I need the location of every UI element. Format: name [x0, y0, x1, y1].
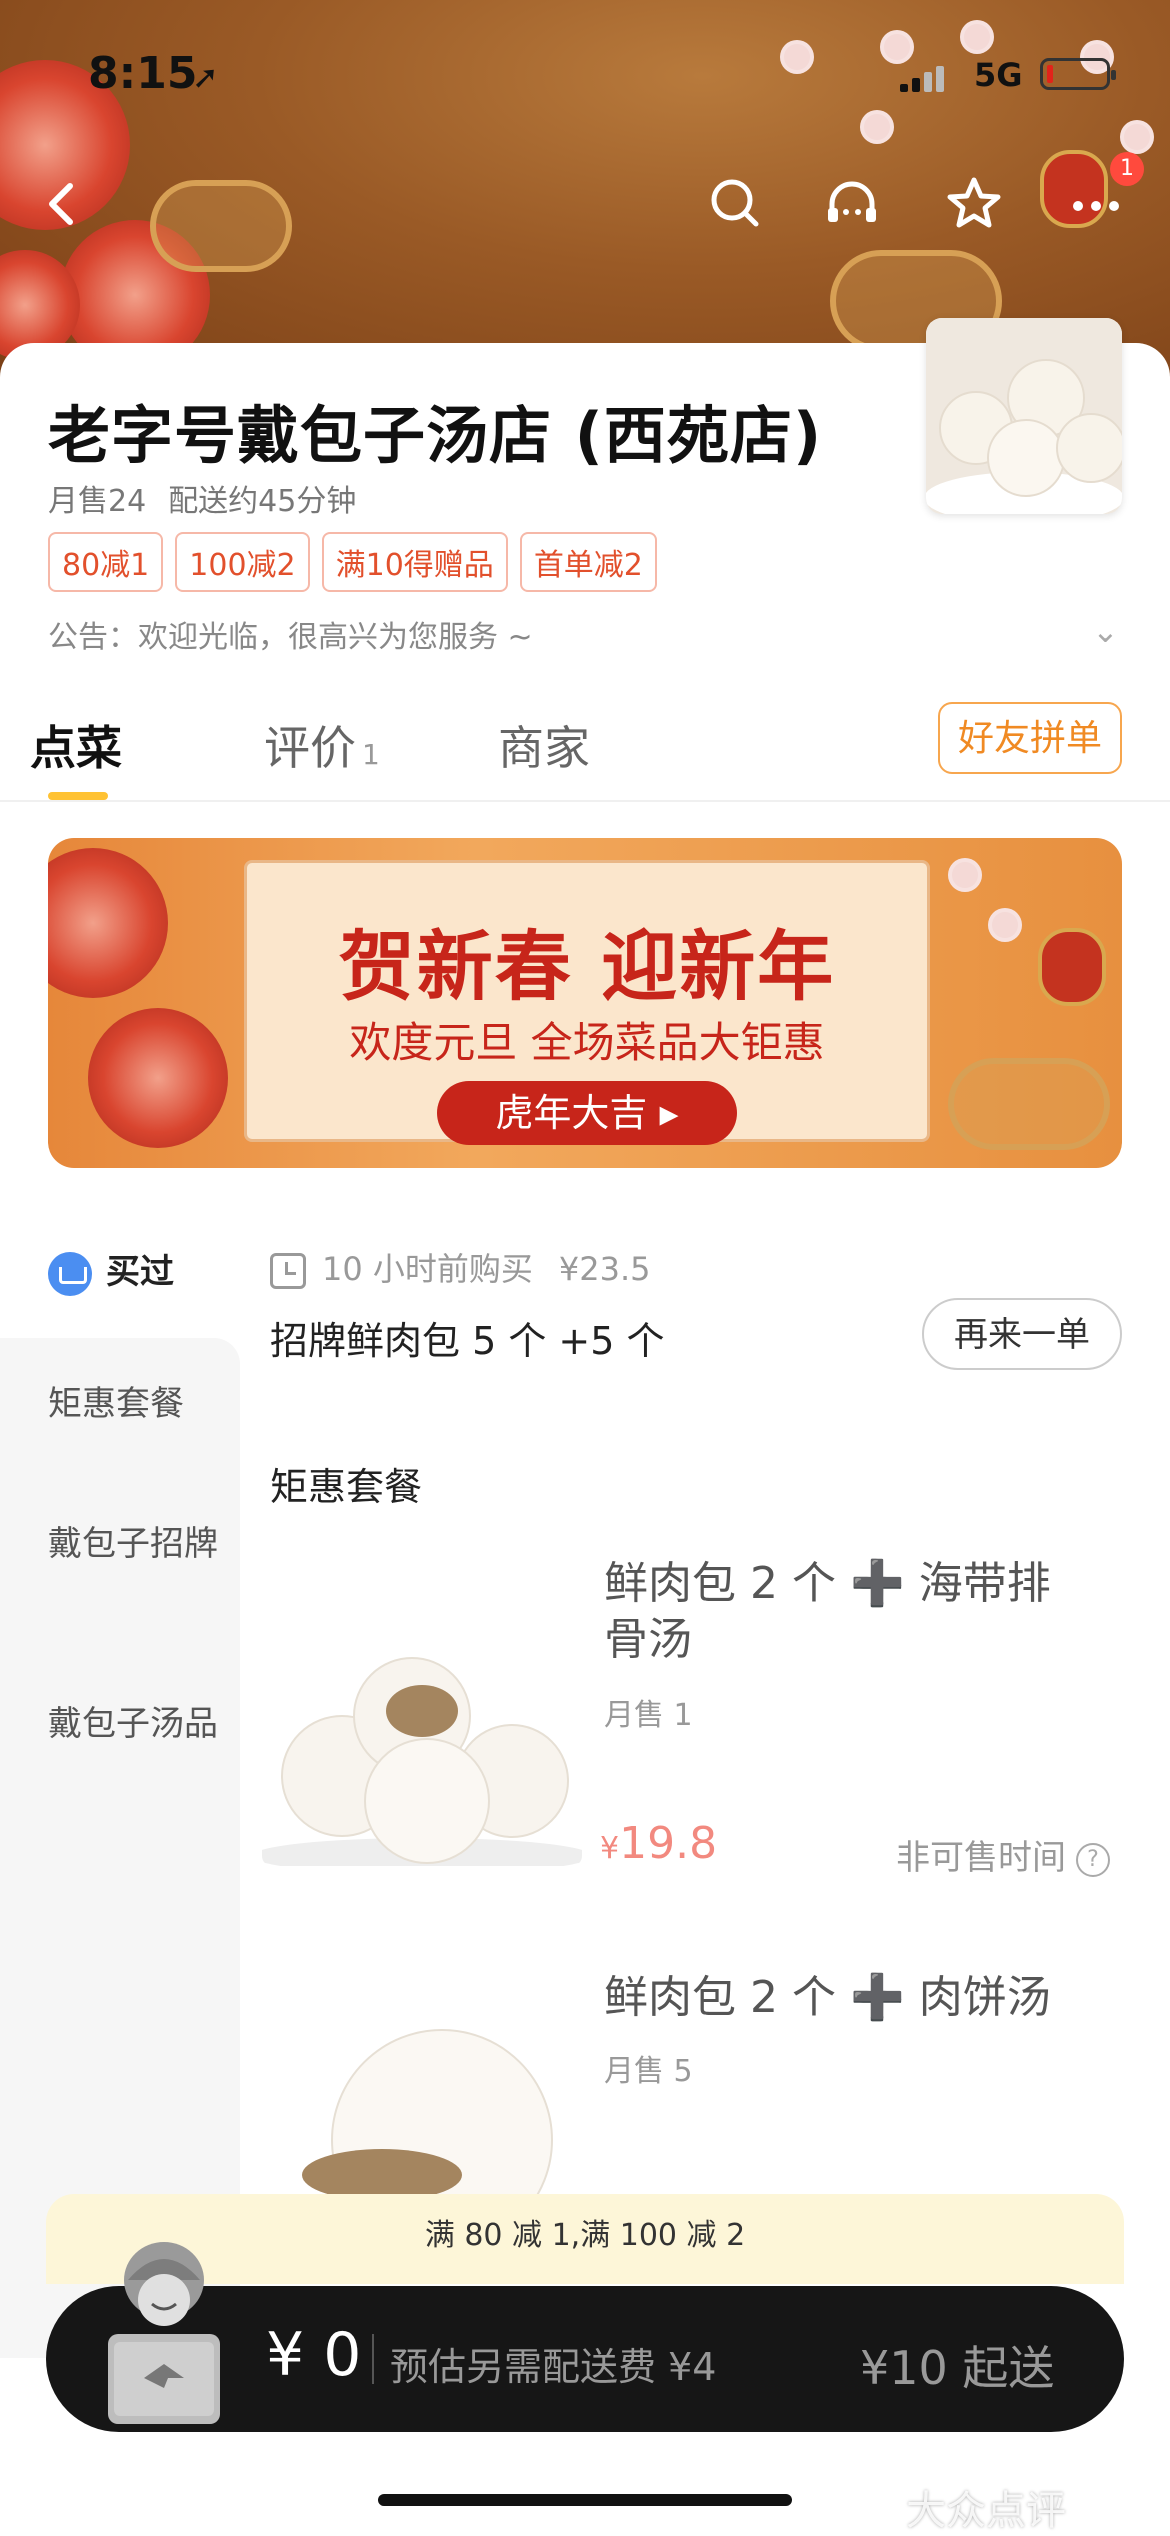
banner-subtitle: 欢度元旦 全场菜品大钜惠 [349, 1018, 825, 1067]
favorite-button[interactable] [942, 172, 1006, 236]
banner-title: 贺新春 迎新年 [338, 922, 836, 1011]
tab-order[interactable]: 点菜 [30, 712, 122, 778]
unavailable-label: 非可售时间? [896, 1830, 1110, 1879]
promo-tags: 80减1 100减2 满10得赠品 首单减2 [48, 532, 657, 592]
divider [0, 800, 1170, 802]
review-count: 1 [362, 738, 380, 771]
bun-image [262, 2000, 582, 2194]
search-icon [711, 179, 759, 227]
back-button[interactable] [30, 172, 94, 236]
banner-panel: 贺新春 迎新年 欢度元旦 全场菜品大钜惠 虎年大吉 ▸ [244, 860, 930, 1145]
peony-decoration [88, 1008, 228, 1148]
blossom-decoration [860, 110, 894, 144]
recent-order-price: ¥23.5 [558, 1250, 651, 1288]
cloud-decoration [150, 180, 292, 272]
buns-image [262, 1606, 582, 1866]
promo-banner[interactable]: 贺新春 迎新年 欢度元旦 全场菜品大钜惠 虎年大吉 ▸ [48, 838, 1122, 1168]
cloud-decoration [948, 1058, 1110, 1150]
store-meta: 月售24 配送约45分钟 [48, 476, 356, 520]
notification-badge: 1 [1110, 152, 1144, 186]
peony-decoration [48, 848, 168, 998]
dish-image[interactable] [262, 2000, 582, 2194]
dish-image[interactable] [262, 1606, 582, 1866]
status-text: 非可售时间 [896, 1838, 1066, 1878]
home-indicator [378, 2494, 792, 2506]
monthly-sales: 月售24 [48, 484, 147, 519]
banner-button-label: 虎年大吉 [495, 1091, 648, 1135]
recent-order-item: 招牌鲜肉包 5 个 +5 个 [270, 1319, 665, 1363]
delivery-fee: 预估另需配送费 ¥4 [390, 2345, 717, 2389]
tab-label: 点菜 [30, 721, 122, 775]
network-label: 5G [974, 56, 1023, 94]
section-title: 矩惠套餐 [270, 1465, 423, 1509]
battery-icon [1040, 58, 1116, 90]
location-arrow-icon: ➚ [192, 58, 219, 96]
store-name: 老字号戴包子汤店 (西苑店) [48, 399, 823, 472]
help-icon[interactable]: ? [1076, 1842, 1110, 1877]
dish-name: 鲜肉包 2 个 ➕ 海带排骨汤 [604, 1558, 1051, 1665]
dish-price: ¥19.8 [600, 1818, 717, 1869]
customer-service-button[interactable] [820, 172, 884, 236]
store-thumbnail[interactable] [926, 318, 1122, 514]
courier-icon[interactable] [84, 2238, 244, 2438]
recent-order-time: 10 小时前购买 [322, 1250, 533, 1288]
dish-name: 鲜肉包 2 个 ➕ 肉饼汤 [604, 1972, 1051, 2023]
tab-label: 评价 [264, 721, 356, 775]
blossom-decoration [988, 908, 1022, 942]
sidebar-item-soups[interactable]: 戴包子汤品 [48, 1700, 218, 1748]
clock-icon [270, 1253, 306, 1289]
dish-sales: 月售 5 [604, 2054, 693, 2089]
sidebar-item-label: 买过 [106, 1252, 174, 1292]
currency-symbol: ¥ [600, 1831, 620, 1866]
chevron-down-icon[interactable]: ⌄ [1092, 612, 1119, 650]
status-time: 8:15 [88, 48, 198, 99]
blossom-decoration [960, 20, 994, 54]
recent-order-meta: 10 小时前购买 ¥23.5 [270, 1244, 651, 1290]
min-order-button[interactable]: ¥10 起送 [860, 2332, 1054, 2398]
search-button[interactable] [704, 172, 768, 236]
blossom-decoration [880, 30, 914, 64]
basket-icon [48, 1251, 92, 1296]
cart-total: ¥ 0 [266, 2320, 362, 2390]
promo-tag: 80减1 [48, 532, 164, 592]
store-notice: 公告：欢迎光临，很高兴为您服务 ~ [48, 620, 533, 655]
delivery-time: 配送约45分钟 [168, 484, 357, 519]
lantern-decoration [1038, 928, 1106, 1006]
sidebar-item-value-sets[interactable]: 矩惠套餐 [48, 1380, 218, 1428]
tab-label: 商家 [498, 721, 590, 775]
blossom-decoration [1120, 120, 1154, 154]
active-tab-indicator [48, 792, 108, 800]
divider [372, 2334, 374, 2384]
promo-tag: 首单减2 [519, 532, 657, 592]
back-arrow-icon [49, 183, 73, 225]
blossom-decoration [780, 40, 814, 74]
tab-merchant[interactable]: 商家 [498, 712, 590, 778]
sidebar-item-bought[interactable]: 买过 [48, 1244, 174, 1296]
watermark-logo: 大众点评 [906, 2488, 1066, 2534]
group-order-button[interactable]: 好友拼单 [938, 702, 1122, 774]
reorder-button[interactable]: 再来一单 [922, 1298, 1122, 1370]
star-icon [947, 177, 1001, 228]
banner-button[interactable]: 虎年大吉 ▸ [437, 1081, 737, 1145]
signal-icon [900, 66, 948, 92]
sidebar-item-signature[interactable]: 戴包子招牌 [48, 1520, 218, 1568]
dish-sales: 月售 1 [604, 1698, 693, 1733]
promo-tag: 满10得赠品 [321, 532, 508, 592]
price-value: 19.8 [619, 1818, 718, 1869]
promo-tag: 100减2 [175, 532, 310, 592]
tab-reviews[interactable]: 评价 1 [264, 712, 380, 778]
headset-icon [828, 181, 876, 222]
blossom-decoration [948, 858, 982, 892]
buns-image [926, 318, 1122, 514]
